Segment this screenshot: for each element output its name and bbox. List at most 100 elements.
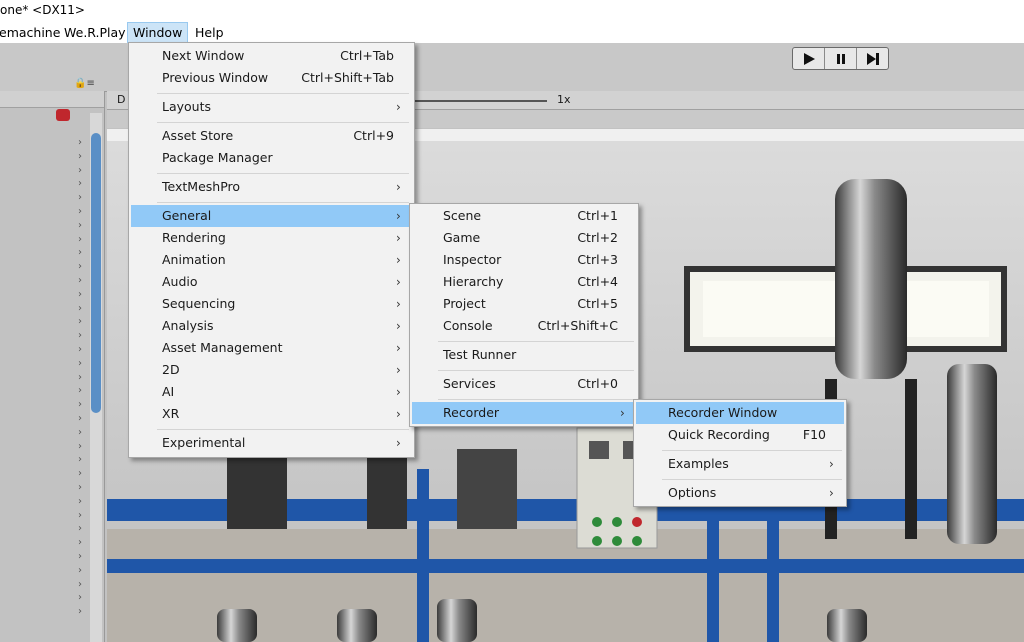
menu-item-asset-store[interactable]: Asset Store Ctrl+9	[129, 125, 414, 147]
menu-item-project[interactable]: Project Ctrl+5	[410, 293, 638, 315]
menu-item-experimental[interactable]: Experimental ›	[129, 432, 414, 454]
menu-item-scene[interactable]: Scene Ctrl+1	[410, 205, 638, 227]
menu-item-recorder-window[interactable]: Recorder Window	[636, 402, 844, 424]
expand-arrow-icon[interactable]: ›	[78, 591, 88, 605]
expand-arrow-icon[interactable]: ›	[78, 536, 88, 550]
expand-arrow-icon[interactable]: ›	[78, 150, 88, 164]
expand-arrow-icon[interactable]: ›	[78, 288, 88, 302]
menu-item-rendering[interactable]: Rendering ›	[129, 227, 414, 249]
expand-arrow-icon[interactable]: ›	[78, 315, 88, 329]
menu-item-sequencing[interactable]: Sequencing ›	[129, 293, 414, 315]
menu-item-next-window[interactable]: Next Window Ctrl+Tab	[129, 45, 414, 67]
step-button[interactable]	[857, 48, 888, 69]
menu-item-examples[interactable]: Examples ›	[634, 453, 846, 475]
menu-item-audio[interactable]: Audio ›	[129, 271, 414, 293]
scale-slider[interactable]	[415, 100, 547, 102]
green-button	[592, 517, 602, 527]
expand-arrow-icon[interactable]: ›	[78, 205, 88, 219]
expand-arrow-icon[interactable]: ›	[78, 164, 88, 178]
menu-item-ai[interactable]: AI ›	[129, 381, 414, 403]
menu-bar: emachine We.R.Play Window Help	[0, 22, 1024, 44]
menu-item-recorder[interactable]: Recorder ›	[412, 402, 636, 424]
hierarchy-header	[0, 91, 104, 108]
expand-arrow-icon[interactable]: ›	[78, 605, 88, 619]
menu-item-general[interactable]: General ›	[131, 205, 412, 227]
expand-arrow-icon[interactable]: ›	[78, 191, 88, 205]
expand-arrow-icon[interactable]: ›	[78, 384, 88, 398]
expand-arrow-icon[interactable]: ›	[78, 440, 88, 454]
expand-arrow-icon[interactable]: ›	[78, 302, 88, 316]
menu-item-package-manager[interactable]: Package Manager	[129, 147, 414, 169]
expand-arrow-icon[interactable]: ›	[78, 412, 88, 426]
expand-arrow-icon[interactable]: ›	[78, 522, 88, 536]
menu-item-quick-recording[interactable]: Quick Recording F10	[634, 424, 846, 446]
rack-post	[767, 509, 779, 642]
expand-arrow-icon[interactable]: ›	[78, 260, 88, 274]
title-bar: one* <DX11>	[0, 0, 1024, 22]
scene-object-icon	[56, 109, 70, 121]
expand-arrow-icon[interactable]: ›	[78, 177, 88, 191]
recorder-submenu: Recorder Window Quick Recording F10 Exam…	[633, 399, 847, 507]
menu-item-2d[interactable]: 2D ›	[129, 359, 414, 381]
menu-separator	[157, 93, 409, 94]
expand-arrow-icon[interactable]: ›	[78, 274, 88, 288]
expand-arrow-icon[interactable]: ›	[78, 495, 88, 509]
scrollbar-thumb[interactable]	[91, 133, 101, 413]
menu-item-hierarchy[interactable]: Hierarchy Ctrl+4	[410, 271, 638, 293]
play-button[interactable]	[793, 48, 825, 69]
display-dropdown[interactable]: D	[117, 93, 125, 106]
expand-arrow-icon[interactable]: ›	[78, 398, 88, 412]
menu-item-inspector[interactable]: Inspector Ctrl+3	[410, 249, 638, 271]
menu-help[interactable]: Help	[190, 22, 229, 43]
menu-item-textmeshpro[interactable]: TextMeshPro ›	[129, 176, 414, 198]
menu-separator	[438, 399, 634, 400]
window-menu: Next Window Ctrl+Tab Previous Window Ctr…	[128, 42, 415, 458]
menu-separator	[662, 479, 842, 480]
lock-icon[interactable]: 🔒≡	[74, 78, 95, 89]
expand-arrow-icon[interactable]: ›	[78, 136, 88, 150]
expand-arrow-icon[interactable]: ›	[78, 578, 88, 592]
column-pipe	[457, 449, 517, 529]
menu-item-analysis[interactable]: Analysis ›	[129, 315, 414, 337]
expand-arrow-icon[interactable]: ›	[78, 550, 88, 564]
expand-arrow-icon[interactable]: ›	[78, 467, 88, 481]
expand-arrow-icon[interactable]: ›	[78, 246, 88, 260]
menu-we-r-play[interactable]: We.R.Play	[59, 22, 131, 43]
menu-item-console[interactable]: Console Ctrl+Shift+C	[410, 315, 638, 337]
column-pipe	[367, 449, 407, 529]
menu-item-game[interactable]: Game Ctrl+2	[410, 227, 638, 249]
chevron-right-icon: ›	[396, 385, 401, 399]
menu-item-previous-window[interactable]: Previous Window Ctrl+Shift+Tab	[129, 67, 414, 89]
menu-item-xr[interactable]: XR ›	[129, 403, 414, 425]
lower-tank	[827, 609, 867, 642]
expand-arrow-icon[interactable]: ›	[78, 329, 88, 343]
expand-arrow-icon[interactable]: ›	[78, 343, 88, 357]
expand-arrow-icon[interactable]: ›	[78, 453, 88, 467]
tank-leg	[905, 379, 917, 539]
menu-window[interactable]: Window	[127, 22, 189, 43]
menu-separator	[157, 429, 409, 430]
expand-arrow-icon[interactable]: ›	[78, 564, 88, 578]
menu-item-animation[interactable]: Animation ›	[129, 249, 414, 271]
chevron-right-icon: ›	[829, 457, 834, 471]
menu-cinemachine[interactable]: emachine	[0, 22, 65, 43]
expand-arrow-icon[interactable]: ›	[78, 426, 88, 440]
general-submenu: Scene Ctrl+1 Game Ctrl+2 Inspector Ctrl+…	[409, 203, 639, 427]
pause-button[interactable]	[825, 48, 857, 69]
hierarchy-scrollbar[interactable]	[90, 113, 102, 642]
menu-item-options[interactable]: Options ›	[634, 482, 846, 504]
menu-separator	[157, 173, 409, 174]
expand-arrow-icon[interactable]: ›	[78, 481, 88, 495]
menu-item-test-runner[interactable]: Test Runner	[410, 344, 638, 366]
expand-arrow-icon[interactable]: ›	[78, 357, 88, 371]
expand-arrow-icon[interactable]: ›	[78, 233, 88, 247]
expand-arrow-icon[interactable]: ›	[78, 509, 88, 523]
menu-separator	[438, 341, 634, 342]
menu-item-layouts[interactable]: Layouts ›	[129, 96, 414, 118]
menu-item-asset-management[interactable]: Asset Management ›	[129, 337, 414, 359]
play-icon	[803, 52, 815, 65]
menu-separator	[662, 450, 842, 451]
menu-item-services[interactable]: Services Ctrl+0	[410, 373, 638, 395]
expand-arrow-icon[interactable]: ›	[78, 371, 88, 385]
expand-arrow-icon[interactable]: ›	[78, 219, 88, 233]
